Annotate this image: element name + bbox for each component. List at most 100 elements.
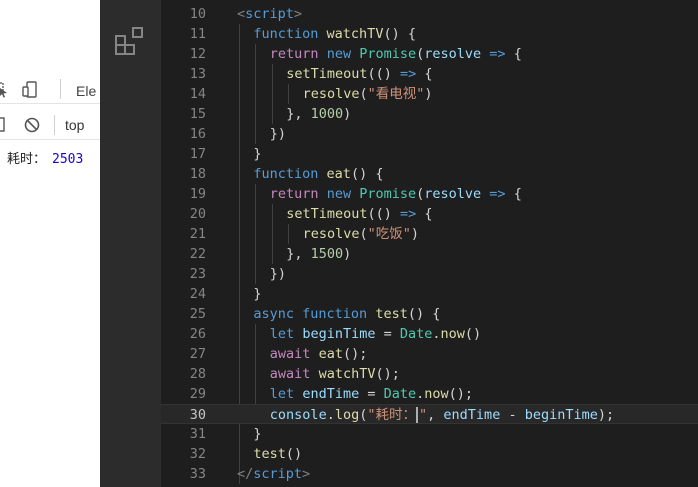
code-token: (); [448,386,474,402]
console-log-label: 耗时： [7,152,47,167]
tab-elements[interactable]: Ele [76,83,96,99]
line-number: 13 [189,66,206,82]
code-line[interactable]: 21 resolve("吃饭") [161,224,698,244]
code-token: now [440,326,465,342]
code-text: return new Promise(resolve => { [270,184,522,204]
code-line[interactable]: 25 async function test() { [161,304,698,324]
code-token: = [375,326,400,342]
code-token: beginTime [524,407,598,423]
console-toolbar [0,110,100,140]
code-text: } [253,144,261,164]
code-text: await eat(); [270,344,368,364]
code-text: }) [270,264,286,284]
code-token: { [416,66,433,82]
code-token: return [269,46,327,62]
code-token: endTime [443,407,501,423]
line-number: 10 [189,6,206,22]
code-line[interactable]: 23}) [161,264,698,284]
code-text: }, 1000) [286,104,351,124]
code-line[interactable]: 24} [161,284,698,304]
code-text: }) [270,124,286,144]
line-number: 14 [189,86,206,102]
code-token: let [269,386,303,402]
code-token: await [269,346,319,362]
code-text: function watchTV() { [253,24,416,44]
code-token: ) [424,86,433,102]
code-text: setTimeout(() => { [286,64,432,84]
code-line[interactable]: 27 await eat(); [161,344,698,364]
code-token: . [326,407,335,423]
line-number: 16 [189,126,206,142]
code-token: > [293,6,303,22]
code-line[interactable]: 17} [161,144,698,164]
code-line[interactable]: 13 setTimeout(() => { [161,64,698,84]
code-token: => [399,206,417,222]
code-line[interactable]: 33 </script> [161,464,698,484]
code-token: (() [367,66,400,82]
code-line[interactable]: 11 function watchTV() { [161,24,698,44]
code-token: return [269,186,327,202]
code-line[interactable]: 30 console.log("耗时： ", endTime - beginTime… [161,404,698,424]
code-line[interactable]: 22}, 1500) [161,244,698,264]
context-selector[interactable]: top [65,117,84,133]
line-number: 24 [189,286,206,302]
code-token: , [427,407,444,423]
code-line[interactable]: 18 function eat() { [161,164,698,184]
code-token: ) [343,106,352,122]
code-line[interactable]: 32 test() [161,444,698,464]
toolbar-divider [60,79,61,99]
code-line[interactable]: 31} [161,424,698,444]
extensions-icon[interactable] [114,26,146,58]
code-line[interactable]: 12 return new Promise(resolve => { [161,44,698,64]
console-output-line: 耗时： 2503 [7,148,83,167]
code-line[interactable]: 29 let endTime = Date.now(); [161,384,698,404]
line-number: 22 [189,246,206,262]
code-text: function eat() { [253,164,383,184]
line-number: 17 [189,146,206,162]
code-line[interactable]: 26 let beginTime = Date.now() [161,324,698,344]
code-token: 1500 [310,246,344,262]
line-number: 11 [189,26,206,42]
code-line[interactable]: 15 }, 1000) [161,104,698,124]
clear-console-icon[interactable] [24,117,40,133]
inspect-element-icon[interactable] [0,82,8,98]
code-token: setTimeout [286,66,368,82]
code-text: let beginTime = Date.now() [270,324,481,344]
text-cursor [416,407,419,423]
line-number: 15 [189,106,206,122]
code-text: return new Promise(resolve => { [270,44,522,64]
code-editor[interactable]: 10 <script> 11 function watchTV() {12 return… [161,0,698,487]
code-token: now [424,386,449,402]
code-line[interactable]: 19 return new Promise(resolve => { [161,184,698,204]
line-number: 26 [189,326,206,342]
code-token: console [269,407,327,423]
code-token: eat [326,166,351,182]
code-line[interactable]: 28 await watchTV(); [161,364,698,384]
code-text: resolve("吃饭") [303,224,419,244]
code-token: = [359,386,384,402]
code-line[interactable]: 14 resolve("看电视") [161,84,698,104]
code-line[interactable]: 10 <script> [161,4,698,24]
code-token: resolve [424,186,482,202]
code-token: () [464,326,482,342]
code-token: endTime [302,386,360,402]
code-text: await watchTV(); [270,364,400,384]
console-sidebar-icon[interactable] [0,117,6,133]
code-token: Promise [359,46,417,62]
code-token: < [237,6,246,22]
device-toggle-icon[interactable] [22,81,40,99]
code-token: setTimeout [286,206,368,222]
code-token: eat [318,346,343,362]
code-token: }) [269,266,287,282]
code-line[interactable]: 16}) [161,124,698,144]
code-text: let endTime = Date.now(); [270,384,473,404]
code-token: let [269,326,303,342]
code-token: await [269,366,319,382]
code-token: 1000 [310,106,344,122]
code-token: test [375,306,408,322]
code-token: }, [286,246,311,262]
code-token: { [416,206,433,222]
code-token: async function [253,306,376,322]
code-token: - [500,407,525,423]
code-line[interactable]: 20 setTimeout(() => { [161,204,698,224]
